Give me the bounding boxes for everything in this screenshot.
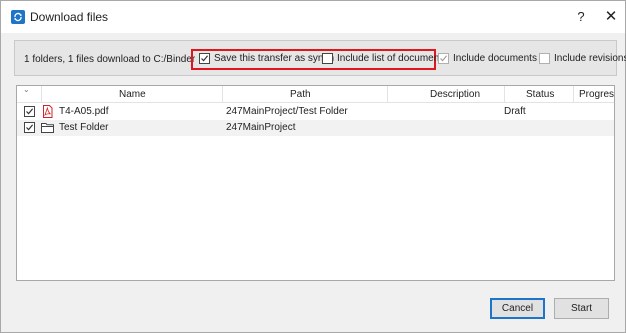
row-name: Test Folder: [59, 122, 109, 133]
row-status: Draft: [504, 106, 526, 117]
include-revisions-option[interactable]: Include revisions: [539, 52, 626, 66]
table-row[interactable]: T4-A05.pdf 247MainProject/Test Folder Dr…: [17, 104, 614, 120]
row-name: T4-A05.pdf: [59, 106, 109, 117]
column-header-progress[interactable]: Progress: [579, 89, 614, 100]
column-header-status[interactable]: Status: [526, 89, 554, 100]
include-list-checkbox[interactable]: [322, 53, 333, 64]
row-checkbox[interactable]: [24, 106, 35, 117]
include-list-label: Include list of documents: [337, 53, 448, 64]
save-as-synch-label: Save this transfer as synch: [214, 53, 335, 64]
include-list-option[interactable]: Include list of documents: [322, 52, 447, 66]
row-path: 247MainProject: [226, 122, 296, 133]
column-header-name[interactable]: Name: [119, 89, 146, 100]
column-header-description[interactable]: Description: [430, 89, 480, 100]
column-divider: [573, 86, 574, 103]
cancel-button[interactable]: Cancel: [490, 298, 545, 319]
start-button[interactable]: Start: [554, 298, 609, 319]
row-checkbox[interactable]: [24, 122, 35, 133]
column-divider: [387, 86, 388, 103]
sync-app-icon: [11, 10, 25, 24]
grid-header: ⌄ Name Path Description Status Progress: [17, 86, 614, 103]
table-row[interactable]: Test Folder 247MainProject: [17, 120, 614, 136]
include-documents-label: Include documents: [453, 53, 537, 64]
transfer-info-bar: 1 folders, 1 files download to C:/Binder…: [14, 40, 626, 76]
include-revisions-checkbox[interactable]: [539, 53, 550, 64]
include-documents-option[interactable]: Include documents: [438, 52, 537, 66]
window-title: Download files: [30, 10, 109, 24]
chevron-down-icon[interactable]: ⌄: [23, 86, 30, 94]
row-path: 247MainProject/Test Folder: [226, 106, 348, 117]
column-divider: [41, 86, 42, 103]
download-summary: 1 folders, 1 files download to C:/Binder: [24, 54, 196, 65]
include-documents-checkbox[interactable]: [438, 53, 449, 64]
download-files-dialog: Download files ? ✕ 1 folders, 1 files do…: [0, 0, 626, 333]
include-revisions-label: Include revisions: [554, 53, 626, 64]
close-button[interactable]: ✕: [601, 7, 621, 27]
column-header-path[interactable]: Path: [290, 89, 311, 100]
files-grid: ⌄ Name Path Description Status Progress …: [16, 85, 615, 281]
help-button[interactable]: ?: [571, 7, 591, 27]
folder-icon: [41, 121, 54, 134]
save-as-synch-checkbox[interactable]: [199, 53, 210, 64]
column-divider: [504, 86, 505, 103]
pdf-file-icon: [41, 105, 54, 118]
column-divider: [222, 86, 223, 103]
save-as-synch-option[interactable]: Save this transfer as synch: [199, 52, 334, 66]
title-bar: Download files ? ✕: [1, 1, 625, 33]
